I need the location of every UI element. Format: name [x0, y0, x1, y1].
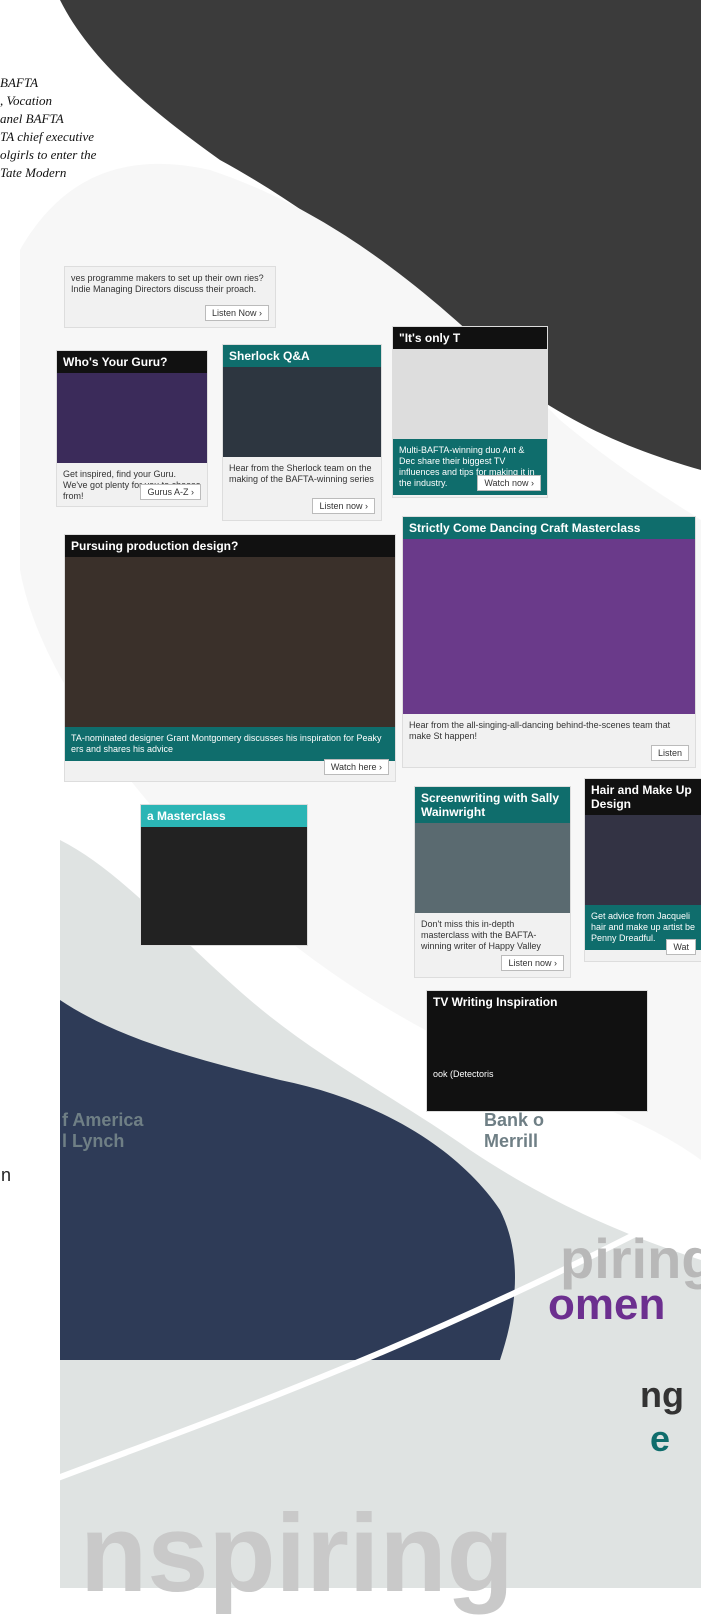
banner-ng: ng — [640, 1374, 684, 1415]
card-ant-dec[interactable]: "It's only T Multi-BAFTA-winning duo Ant… — [392, 326, 548, 498]
inspiring-banner-bottom: nspiring — [80, 1492, 514, 1615]
card-title: "It's only T — [393, 327, 547, 349]
card-title: Who's Your Guru? — [57, 351, 207, 373]
strictly-image — [403, 539, 695, 714]
card-title: Pursuing production design? — [65, 535, 395, 557]
card-indie[interactable]: ves programme makers to set up their own… — [64, 266, 276, 328]
card-title: TV Writing Inspiration — [427, 991, 647, 1013]
card-text: Hear from the all-singing-all-dancing be… — [409, 720, 671, 741]
card-title: Screenwriting with Sally Wainwright — [415, 787, 570, 823]
listen-button[interactable]: Listen — [650, 745, 689, 761]
card-title: Hair and Make Up Design — [585, 779, 701, 815]
card-title: Sherlock Q&A — [223, 345, 381, 367]
card-masterclass[interactable]: a Masterclass — [140, 804, 308, 946]
card-sherlock[interactable]: Sherlock Q&A Hear from the Sherlock team… — [222, 344, 382, 521]
sherlock-image — [223, 367, 381, 457]
listen-button[interactable]: Listen Now › — [204, 305, 269, 321]
bank-logo-left: f America l Lynch — [62, 1110, 144, 1151]
card-text: ves programme makers to set up their own… — [71, 273, 264, 294]
watch-button[interactable]: Wat — [666, 939, 696, 955]
card-text: ook (Detectoris — [433, 1069, 494, 1079]
watch-button[interactable]: Watch now › — [477, 475, 541, 491]
card-production-design[interactable]: Pursuing production design? TA-nominated… — [64, 534, 396, 782]
card-tv-writing[interactable]: TV Writing Inspiration ook (Detectoris — [426, 990, 648, 1112]
women-banner: omen — [548, 1280, 666, 1329]
listen-button[interactable]: Listen now › — [501, 955, 564, 971]
card-text: Hear from the Sherlock team on the makin… — [229, 463, 374, 484]
card-guru[interactable]: Who's Your Guru? Get inspired, find your… — [56, 350, 208, 507]
hair-image — [585, 815, 701, 905]
stray-letter: n — [1, 1165, 12, 1185]
gurus-button[interactable]: Gurus A-Z › — [140, 484, 201, 500]
card-text: TA-nominated designer Grant Montgomery d… — [65, 727, 395, 761]
banner-e: e — [650, 1418, 671, 1459]
bank-logo-right: Bank o Merrill — [484, 1110, 545, 1151]
card-sally[interactable]: Screenwriting with Sally Wainwright Don'… — [414, 786, 571, 978]
card-text: Don't miss this in-depth masterclass wit… — [421, 919, 541, 951]
sally-image — [415, 823, 570, 913]
card-hair-makeup[interactable]: Hair and Make Up Design Get advice from … — [584, 778, 701, 962]
listen-button[interactable]: Listen now › — [312, 498, 375, 514]
card-title: Strictly Come Dancing Craft Masterclass — [403, 517, 695, 539]
watch-button[interactable]: Watch here › — [323, 759, 389, 775]
peaky-image — [65, 557, 395, 727]
ant-dec-image — [393, 349, 547, 439]
card-title: a Masterclass — [141, 805, 307, 827]
card-strictly[interactable]: Strictly Come Dancing Craft Masterclass … — [402, 516, 696, 768]
guru-image — [57, 373, 207, 463]
